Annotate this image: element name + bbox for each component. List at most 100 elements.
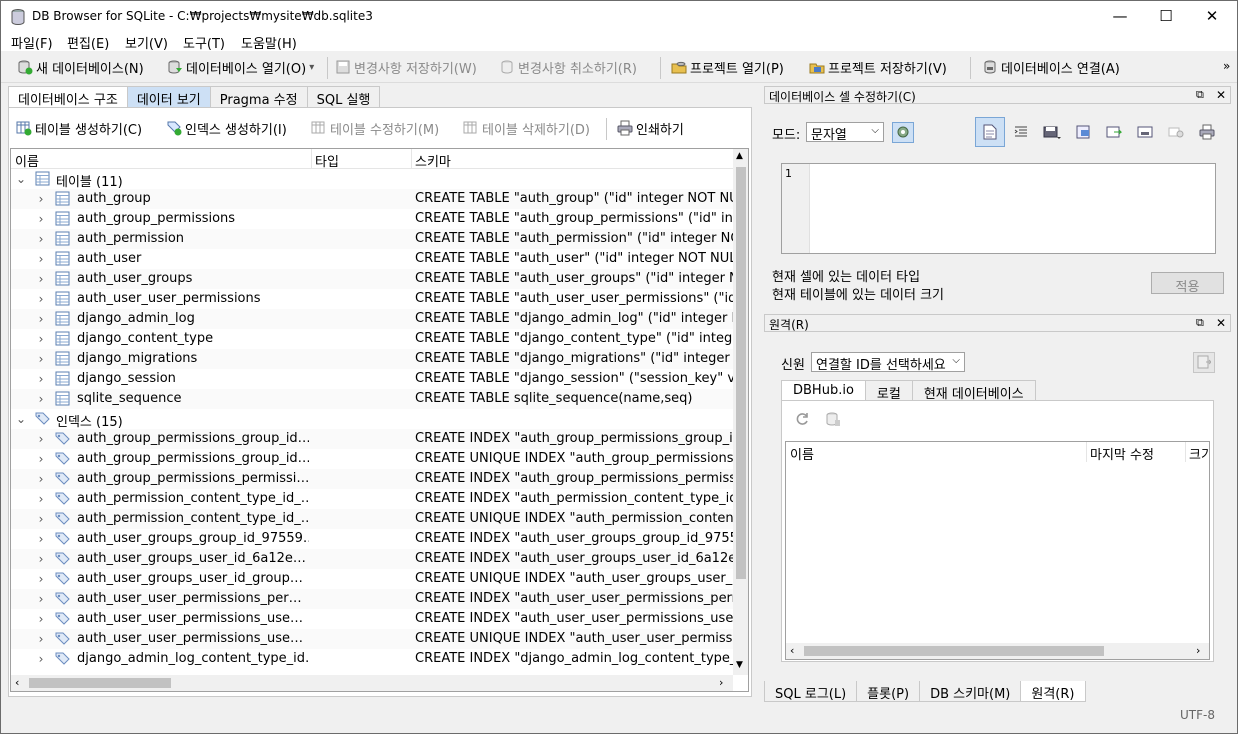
- print-cell-icon[interactable]: [1199, 124, 1215, 144]
- scroll-left-icon[interactable]: ‹: [15, 676, 19, 689]
- minimize-button[interactable]: —: [1097, 1, 1143, 31]
- revert-changes-button[interactable]: 변경사항 취소하기(R): [499, 57, 637, 77]
- open-database-dropdown-icon[interactable]: ▾: [309, 62, 314, 73]
- maximize-button[interactable]: ☐: [1143, 1, 1189, 31]
- table-row[interactable]: › auth_group_permissions_permissi… CREATE …: [11, 469, 733, 489]
- table-row[interactable]: › auth_permission CREATE TABLE "auth_permi…: [11, 229, 733, 249]
- remote-file-list[interactable]: 이름 마지막 수정 크기 ‹ ›: [785, 441, 1210, 660]
- menu-help[interactable]: 도움말(H): [241, 33, 297, 52]
- write-changes-button[interactable]: 변경사항 저장하기(W): [335, 57, 477, 77]
- chevron-right-icon[interactable]: ›: [35, 332, 47, 346]
- table-row[interactable]: › auth_user_user_permissions_use… CREATE U…: [11, 629, 733, 649]
- word-wrap-button[interactable]: [975, 117, 1005, 147]
- chevron-right-icon[interactable]: ›: [35, 512, 47, 526]
- table-row[interactable]: › auth_user CREATE TABLE "auth_user" ("id"…: [11, 249, 733, 269]
- tree-vertical-scrollbar[interactable]: ▲ ▼: [733, 149, 748, 675]
- tab-execute-sql[interactable]: SQL 실행: [306, 86, 381, 108]
- column-header-type[interactable]: 타입: [315, 151, 339, 170]
- chevron-right-icon[interactable]: ›: [35, 572, 47, 586]
- remote-scroll-thumb[interactable]: [804, 646, 1104, 656]
- chevron-right-icon[interactable]: ›: [35, 432, 47, 446]
- edit-cell-close-button[interactable]: ✕: [1216, 88, 1226, 102]
- chevron-right-icon[interactable]: ›: [35, 492, 47, 506]
- table-row[interactable]: › auth_user_user_permissions_per… CREATE I…: [11, 589, 733, 609]
- chevron-right-icon[interactable]: ›: [35, 352, 47, 366]
- tab-local[interactable]: 로컬: [864, 380, 913, 402]
- chevron-right-icon[interactable]: ›: [35, 632, 47, 646]
- menu-tools[interactable]: 도구(T): [183, 33, 225, 52]
- table-row[interactable]: › auth_group_permissions CREATE TABLE "aut…: [11, 209, 733, 229]
- table-row[interactable]: › django_session CREATE TABLE "django_sess…: [11, 369, 733, 389]
- table-row[interactable]: › auth_user_groups CREATE TABLE "auth_user…: [11, 269, 733, 289]
- open-external-icon[interactable]: [1137, 124, 1153, 144]
- identity-select[interactable]: 연결할 ID를 선택하세요 ⌵: [811, 352, 965, 373]
- auto-switch-mode-button[interactable]: [892, 122, 914, 143]
- scroll-left-icon[interactable]: ‹: [790, 644, 794, 657]
- chevron-right-icon[interactable]: ›: [35, 312, 47, 326]
- close-button[interactable]: ✕: [1189, 1, 1235, 31]
- chevron-right-icon[interactable]: ›: [35, 592, 47, 606]
- toolbar-overflow-button[interactable]: »: [1223, 59, 1230, 73]
- table-row[interactable]: › auth_group_permissions_group_id… CREATE …: [11, 429, 733, 449]
- clear-icon[interactable]: [1168, 124, 1184, 144]
- delete-table-button[interactable]: 테이블 삭제하기(D): [463, 118, 590, 138]
- export-icon[interactable]: [1075, 124, 1091, 144]
- remote-horizontal-scrollbar[interactable]: ‹ ›: [786, 643, 1209, 659]
- menu-edit[interactable]: 편집(E): [67, 33, 109, 52]
- tab-current-database[interactable]: 현재 데이터베이스: [911, 380, 1036, 402]
- table-row[interactable]: › auth_group_permissions_group_id… CREATE …: [11, 449, 733, 469]
- chevron-right-icon[interactable]: ›: [35, 272, 47, 286]
- chevron-right-icon[interactable]: ›: [35, 472, 47, 486]
- create-index-button[interactable]: 인덱스 생성하기(I): [166, 118, 287, 138]
- chevron-right-icon[interactable]: ›: [35, 612, 47, 626]
- column-header-modified[interactable]: 마지막 수정: [1090, 444, 1154, 463]
- print-button[interactable]: 인쇄하기: [617, 118, 684, 138]
- table-row[interactable]: › django_admin_log CREATE TABLE "django_ad…: [11, 309, 733, 329]
- tab-remote[interactable]: 원격(R): [1020, 681, 1086, 702]
- create-table-button[interactable]: 테이블 생성하기(C): [16, 118, 142, 138]
- chevron-right-icon[interactable]: ›: [35, 452, 47, 466]
- edit-cell-float-button[interactable]: ⧉: [1196, 88, 1204, 102]
- mode-select[interactable]: 문자열 ⌵: [806, 122, 884, 143]
- modify-table-button[interactable]: 테이블 수정하기(M): [311, 118, 439, 138]
- tab-database-structure[interactable]: 데이터베이스 구조: [8, 86, 128, 108]
- column-header-schema[interactable]: 스키마: [415, 151, 451, 170]
- tab-db-schema[interactable]: DB 스키마(M): [919, 681, 1022, 702]
- chevron-right-icon[interactable]: ›: [35, 652, 47, 666]
- table-row[interactable]: › django_admin_log_content_type_id… CREATE…: [11, 649, 733, 669]
- cell-editor[interactable]: 1: [781, 163, 1216, 254]
- schema-tree[interactable]: 이름 타입 스키마 ⌄ 테이블 (11) › auth_group CREATE TAB…: [10, 148, 749, 692]
- set-null-icon[interactable]: [1106, 124, 1123, 144]
- table-row[interactable]: › auth_permission_content_type_id_… CREATE…: [11, 489, 733, 509]
- table-row[interactable]: › auth_permission_content_type_id_… CREATE…: [11, 509, 733, 529]
- tree-horizontal-scrollbar[interactable]: ‹ ›: [11, 675, 733, 691]
- menu-file[interactable]: 파일(F): [11, 33, 53, 52]
- chevron-right-icon[interactable]: ›: [35, 372, 47, 386]
- tree-group-row[interactable]: ⌄ 테이블 (11): [11, 169, 733, 190]
- chevron-right-icon[interactable]: ›: [35, 392, 47, 406]
- chevron-down-icon[interactable]: ⌄: [15, 172, 27, 186]
- chevron-right-icon[interactable]: ›: [35, 252, 47, 266]
- table-row[interactable]: › auth_user_user_permissions_use… CREATE I…: [11, 609, 733, 629]
- tab-edit-pragmas[interactable]: Pragma 수정: [209, 86, 308, 108]
- apply-button[interactable]: 적용: [1151, 272, 1224, 295]
- scroll-right-icon[interactable]: ›: [1196, 644, 1200, 657]
- tab-sql-log[interactable]: SQL 로그(L): [764, 681, 858, 702]
- tree-horizontal-scroll-thumb[interactable]: [29, 678, 171, 688]
- chevron-right-icon[interactable]: ›: [35, 212, 47, 226]
- attach-database-button[interactable]: 데이터베이스 연결(A): [982, 57, 1120, 77]
- remote-close-button[interactable]: ✕: [1216, 316, 1226, 330]
- indent-icon[interactable]: [1013, 124, 1029, 144]
- table-row[interactable]: › django_migrations CREATE TABLE "django_m…: [11, 349, 733, 369]
- tab-browse-data[interactable]: 데이터 보기: [126, 86, 211, 108]
- clone-database-icon[interactable]: [825, 411, 841, 431]
- column-header-size[interactable]: 크기: [1189, 444, 1209, 463]
- identity-manage-button[interactable]: [1193, 352, 1215, 373]
- table-row[interactable]: › auth_user_groups_group_id_97559… CREATE …: [11, 529, 733, 549]
- refresh-icon[interactable]: [794, 411, 810, 431]
- column-header-name[interactable]: 이름: [790, 444, 814, 463]
- open-database-button[interactable]: 데이터베이스 열기(O) ▾: [167, 57, 314, 77]
- tab-dbhub[interactable]: DBHub.io: [781, 380, 866, 402]
- chevron-right-icon[interactable]: ›: [35, 532, 47, 546]
- chevron-right-icon[interactable]: ›: [35, 232, 47, 246]
